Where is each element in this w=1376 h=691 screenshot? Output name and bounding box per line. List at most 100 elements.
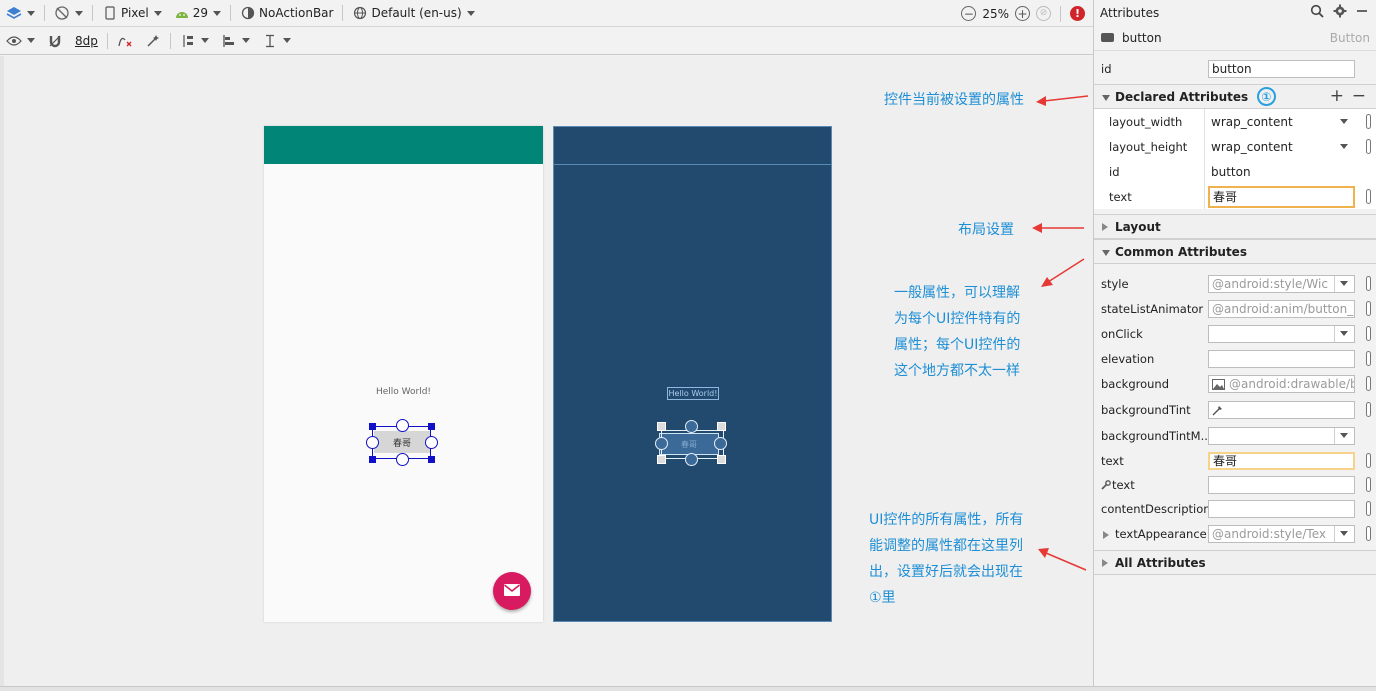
fab-button[interactable] [493,572,531,610]
annotation-common: 一般属性，可以理解 为每个UI控件特有的 属性；每个UI控件的 这个地方都不太一… [894,280,1020,384]
annotation-all-line: 能调整的属性都在这里列 [869,538,1023,554]
layout-section-header[interactable]: Layout [1094,214,1376,239]
declared-value[interactable]: button [1208,163,1355,181]
blueprint-preview[interactable]: Hello World! 春哥 [553,126,832,622]
attr-value[interactable]: @android:style/Wic [1208,274,1355,293]
add-attribute-icon[interactable]: + [1330,86,1344,106]
device-selector[interactable]: Pixel [96,0,168,26]
chevron-down-icon[interactable] [1340,119,1348,124]
blueprint-anchor[interactable] [685,453,698,466]
error-icon[interactable]: ! [1070,6,1085,21]
attr-value[interactable] [1208,349,1355,368]
default-margin-button[interactable]: 8dp [69,27,104,54]
resize-handle[interactable] [428,456,435,463]
chevron-down-icon[interactable] [1340,144,1348,149]
chevron-down-icon[interactable] [1340,331,1348,336]
attr-value[interactable]: @android:style/Tex [1208,524,1355,543]
expand-icon[interactable] [1103,530,1109,539]
component-header: button Button [1094,25,1376,51]
hello-textview[interactable]: Hello World! [264,387,543,397]
attr-value[interactable] [1208,324,1355,343]
resource-picker[interactable] [1366,114,1371,129]
remove-attribute-icon[interactable]: − [1352,86,1366,106]
blueprint-handle[interactable] [657,422,666,431]
chevron-down-icon[interactable] [1340,281,1348,286]
blueprint-handle[interactable] [657,455,666,464]
resource-picker[interactable] [1366,276,1371,291]
resource-picker[interactable] [1366,477,1371,492]
clear-constraints-button[interactable] [111,27,139,54]
common-title: Common Attributes [1115,244,1247,259]
declared-text-input[interactable]: 春哥 [1208,185,1355,208]
attr-label: text [1101,453,1124,468]
secondary-toolbar: 8dp [0,27,1093,55]
blueprint-handle[interactable] [717,422,726,431]
declared-value[interactable]: wrap_content [1208,113,1355,131]
declared-value[interactable]: wrap_content [1208,138,1355,156]
attr-value[interactable]: @android:drawable/b [1208,374,1355,393]
attr-text-input[interactable]: 春哥 [1208,451,1355,470]
locale-selector[interactable]: Default (en-us) [346,0,480,26]
design-canvas[interactable]: Hello World! 春哥 Hello World! 春哥 控件当前被设置的… [4,56,1093,686]
attr-value[interactable] [1208,426,1355,445]
zoom-in-icon[interactable]: + [1015,6,1030,21]
resource-picker[interactable] [1366,351,1371,366]
align-button[interactable] [215,27,256,54]
minimize-icon[interactable] [1356,4,1368,22]
guidelines-button[interactable] [256,27,297,54]
orientation-button[interactable] [48,0,89,26]
constraint-anchor[interactable] [366,436,379,449]
resource-picker[interactable] [1366,189,1371,204]
resource-picker[interactable] [1366,376,1371,391]
id-label: id [1101,61,1112,76]
resource-picker[interactable] [1366,301,1371,316]
declared-label: layout_height [1109,139,1188,154]
resize-handle[interactable] [428,423,435,430]
resize-handle[interactable] [369,456,376,463]
clear-constraints-icon [117,33,133,49]
resource-picker[interactable] [1366,402,1371,417]
chevron-down-icon[interactable] [1340,433,1348,438]
pack-button[interactable] [174,27,215,54]
design-surface-button[interactable] [0,0,41,26]
zoom-out-icon[interactable]: − [961,6,977,21]
resource-picker[interactable] [1366,526,1371,541]
theme-label: NoActionBar [259,6,334,20]
search-icon[interactable] [1310,4,1324,22]
resource-picker[interactable] [1366,326,1371,341]
resource-picker[interactable] [1366,453,1371,468]
autoconnect-button[interactable] [41,27,69,54]
constraint-anchor[interactable] [425,436,438,449]
blueprint-anchor[interactable] [655,437,668,450]
resize-handle[interactable] [369,423,376,430]
blueprint-handle[interactable] [717,455,726,464]
annotation-arrow [1032,223,1084,233]
id-input[interactable]: button [1208,59,1355,78]
blueprint-anchor[interactable] [714,437,727,450]
zoom-fit-icon[interactable]: ⊘ [1036,6,1051,21]
gear-icon[interactable] [1333,4,1347,22]
design-preview[interactable]: Hello World! 春哥 [264,126,543,622]
layout-title: Layout [1115,219,1161,234]
all-attributes-header[interactable]: All Attributes [1094,550,1376,575]
theme-selector[interactable]: NoActionBar [234,0,339,26]
common-section-header[interactable]: Common Attributes [1094,239,1376,264]
chevron-down-icon[interactable] [1340,531,1348,536]
panel-title: Attributes [1100,5,1160,20]
blueprint-hello-textview[interactable]: Hello World! [667,387,719,400]
resource-picker[interactable] [1366,139,1371,154]
attr-value[interactable] [1208,475,1355,494]
attr-label: contentDescription [1101,501,1209,516]
attr-value[interactable] [1208,400,1355,419]
view-options-button[interactable] [0,27,41,54]
attr-value[interactable]: @android:anim/button_s [1208,299,1355,318]
align-left-icon [221,33,237,49]
attr-value[interactable] [1208,499,1355,518]
infer-constraints-button[interactable] [139,27,167,54]
resource-picker[interactable] [1366,501,1371,516]
api-selector[interactable]: 29 [168,0,227,26]
declared-attributes-header[interactable]: Declared Attributes ① + − [1094,84,1376,109]
constraint-anchor[interactable] [396,419,409,432]
constraint-anchor[interactable] [396,453,409,466]
blueprint-anchor[interactable] [685,420,698,433]
